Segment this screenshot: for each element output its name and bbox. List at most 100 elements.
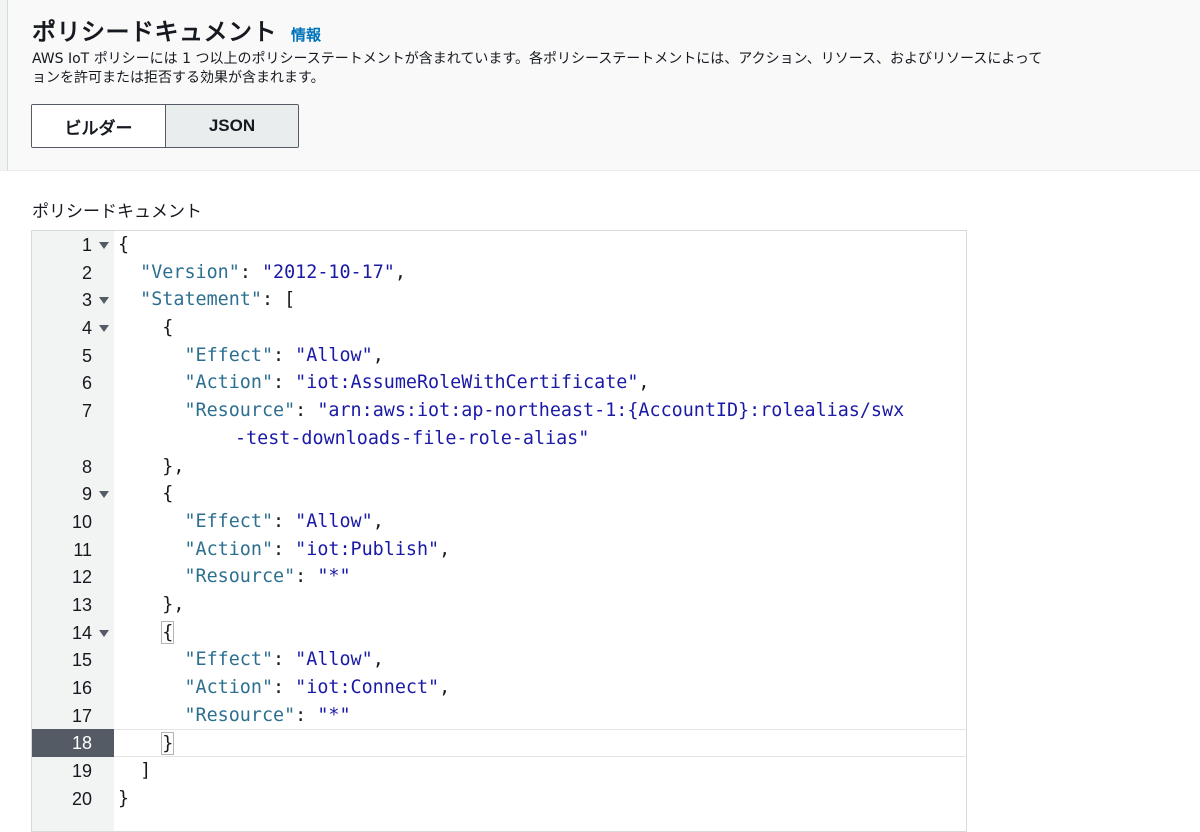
line-number-cell: 10 [32, 507, 114, 536]
line-number: 3 [81, 290, 92, 311]
line-number: 20 [71, 788, 92, 809]
line-number-cell: 13 [32, 590, 114, 619]
code-line[interactable]: 13 }, [32, 590, 966, 619]
code-lines: 1 { 2 "Version": "2012-10-17", 3 "Statem… [32, 231, 966, 813]
json-code-editor[interactable]: 1 { 2 "Version": "2012-10-17", 3 "Statem… [31, 230, 967, 832]
line-number-cell: 3 [32, 286, 114, 315]
line-number-cell: 8 [32, 452, 114, 481]
code-line[interactable]: 6 "Action": "iot:AssumeRoleWithCertifica… [32, 369, 966, 398]
line-number: 2 [81, 262, 92, 283]
line-number: 17 [71, 705, 92, 726]
description-line-1: AWS IoT ポリシーには 1 つ以上のポリシーステートメントが含まれています… [32, 51, 1043, 67]
builder-mode-button[interactable]: ビルダー [32, 105, 165, 147]
json-key: "Action" [184, 677, 274, 699]
json-key: "Effect" [184, 510, 274, 532]
code-line[interactable]: 2 "Version": "2012-10-17", [32, 258, 966, 287]
code-line[interactable]: 17 "Resource": "*" [32, 701, 966, 730]
line-number: 11 [73, 539, 92, 560]
json-mode-button[interactable]: JSON [165, 105, 298, 147]
line-number: 8 [81, 456, 92, 477]
json-string: "*" [317, 704, 351, 726]
code-token: : [ [261, 289, 296, 311]
json-string: "Allow" [295, 344, 373, 366]
json-string: "iot:AssumeRoleWithCertificate" [295, 372, 639, 394]
line-number-cell: 7 [32, 397, 114, 453]
line-number-cell: 6 [32, 369, 114, 398]
json-key: "Statement" [140, 289, 262, 311]
line-number-cell: 14 [32, 618, 114, 647]
matched-bracket: { [161, 620, 175, 644]
line-number-cell: 2 [32, 258, 114, 287]
json-string: "iot:Publish" [295, 538, 440, 560]
line-number: 4 [81, 318, 92, 339]
line-number: 12 [71, 567, 92, 588]
json-string-wrapped: -test-downloads-file-role-alias" [235, 427, 590, 449]
line-number: 1 [81, 235, 92, 255]
json-key: "Version" [140, 261, 240, 283]
line-number-cell: 9 [32, 480, 114, 508]
line-number: 5 [81, 345, 92, 366]
fold-arrow-icon[interactable] [99, 491, 109, 499]
code-line[interactable]: 19 ] [32, 757, 966, 785]
line-number: 7 [81, 401, 92, 422]
code-line[interactable]: 12 "Resource": "*" [32, 563, 966, 591]
line-number-cell: 1 [32, 231, 114, 259]
line-number: 9 [81, 484, 92, 505]
line-number: 6 [81, 373, 92, 394]
policy-document-header: ポリシードキュメント 情報 AWS IoT ポリシーには 1 つ以上のポリシース… [0, 0, 1200, 171]
policy-description: AWS IoT ポリシーには 1 つ以上のポリシーステートメントが含まれています… [32, 50, 1200, 88]
line-number: 15 [71, 650, 92, 671]
code-line[interactable]: 3 "Statement": [ [32, 286, 966, 315]
code-line[interactable]: 15 "Effect": "Allow", [32, 646, 966, 675]
fold-arrow-icon[interactable] [99, 325, 109, 333]
code-line-active[interactable]: 18 } [32, 729, 966, 758]
line-number-cell: 16 [32, 674, 114, 702]
json-key: "Resource" [184, 400, 296, 422]
code-token: { [118, 234, 130, 255]
code-line[interactable]: 9 { [32, 480, 966, 508]
json-key: "Resource" [184, 566, 296, 588]
code-line[interactable]: 1 { [32, 231, 966, 259]
fold-arrow-icon[interactable] [99, 242, 109, 249]
line-number-cell: 12 [32, 563, 114, 591]
title-row: ポリシードキュメント 情報 [32, 12, 321, 47]
code-line[interactable]: 11 "Action": "iot:Publish", [32, 535, 966, 564]
line-number: 10 [71, 511, 92, 532]
fold-arrow-icon[interactable] [99, 297, 109, 305]
code-token: }, [162, 455, 185, 477]
line-number: 16 [71, 678, 92, 699]
code-line[interactable]: 20 } [32, 784, 966, 813]
code-token: } [118, 787, 130, 809]
left-edge-border [0, 0, 8, 170]
json-string: "*" [317, 566, 351, 588]
code-line[interactable]: 5 "Effect": "Allow", [32, 341, 966, 370]
code-line[interactable]: 10 "Effect": "Allow", [32, 507, 966, 536]
json-key: "Effect" [184, 649, 274, 671]
line-number: 18 [71, 733, 92, 754]
json-key: "Effect" [184, 344, 274, 366]
code-token: { [162, 317, 174, 339]
json-string: "Allow" [295, 649, 373, 671]
line-number-cell: 11 [32, 535, 114, 564]
json-key: "Action" [184, 372, 274, 394]
editor-mode-toggle: ビルダー JSON [31, 104, 299, 148]
code-line[interactable]: 14 { [32, 618, 966, 647]
matched-bracket: } [161, 732, 175, 756]
line-number: 14 [71, 622, 92, 643]
line-number: 19 [71, 761, 92, 782]
code-token: { [162, 483, 174, 505]
line-number-cell: 4 [32, 314, 114, 342]
code-line[interactable]: 8 }, [32, 452, 966, 481]
fold-arrow-icon[interactable] [99, 629, 109, 637]
description-line-2: ョンを許可または拒否する効果が含まれます。 [32, 70, 325, 86]
json-string: "arn:aws:iot:ap-northeast-1:{AccountID}:… [317, 400, 905, 422]
code-token: ] [140, 760, 152, 782]
code-line[interactable]: 4 { [32, 314, 966, 342]
code-line[interactable]: 16 "Action": "iot:Connect", [32, 674, 966, 702]
json-key: "Resource" [184, 704, 296, 726]
line-number-cell: 20 [32, 784, 114, 813]
json-string: "iot:Connect" [295, 677, 440, 699]
code-line[interactable]: 7 "Resource": "arn:aws:iot:ap-northeast-… [32, 397, 966, 453]
info-link[interactable]: 情報 [291, 24, 321, 45]
line-number-cell: 18 [32, 729, 114, 758]
